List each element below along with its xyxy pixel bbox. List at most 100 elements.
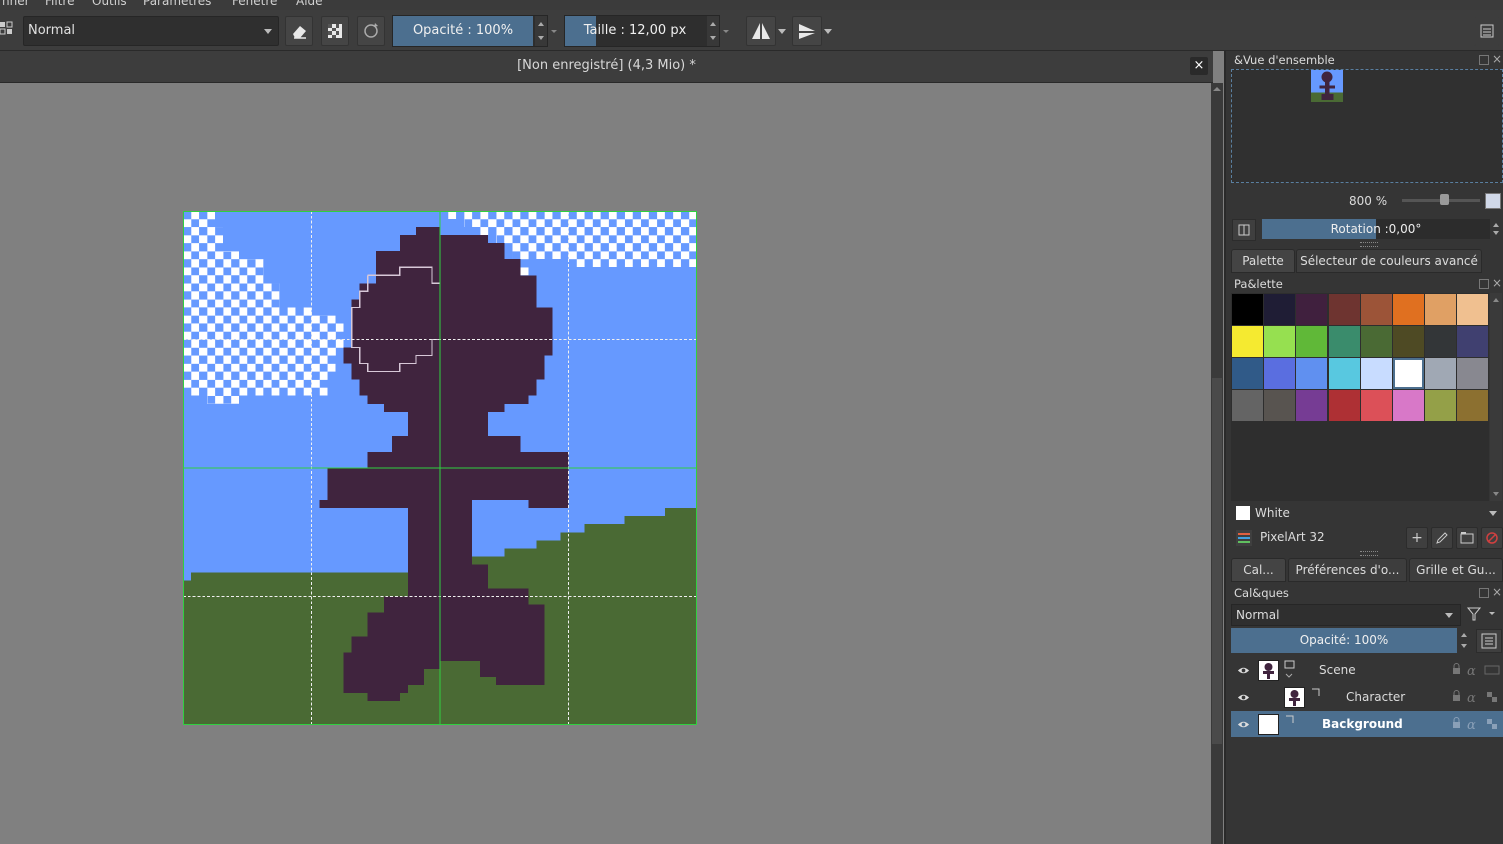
- palette-swatch[interactable]: [1328, 326, 1360, 357]
- layer-lock-alpha-icons[interactable]: α: [1451, 663, 1503, 677]
- layer-filter-button[interactable]: [1464, 604, 1500, 624]
- palette-icon[interactable]: [1236, 530, 1252, 546]
- menu-item-window[interactable]: Fenêtre: [232, 0, 277, 8]
- blend-mode-select[interactable]: Normal: [23, 16, 279, 46]
- scrollbar-thumb[interactable]: [1212, 378, 1222, 744]
- palette-swatch[interactable]: [1264, 294, 1296, 325]
- close-docker-icon[interactable]: ×: [1492, 276, 1502, 290]
- layer-opacity-spin[interactable]: [1458, 628, 1470, 653]
- chevron-down-icon[interactable]: [824, 29, 832, 34]
- close-docker-icon[interactable]: ×: [1492, 585, 1502, 599]
- palette-swatch[interactable]: [1360, 294, 1392, 325]
- reload-preset-button[interactable]: [357, 16, 385, 46]
- canvas-image[interactable]: [183, 211, 697, 725]
- overview-preview[interactable]: [1231, 69, 1503, 183]
- opacity-slider[interactable]: Opacité : 100%: [392, 15, 548, 47]
- document-title[interactable]: [Non enregistré] (4,3 Mio) *: [0, 58, 1213, 73]
- menu-item-tools[interactable]: Outils: [92, 0, 127, 8]
- visibility-eye-icon[interactable]: [1237, 664, 1250, 677]
- vertical-mirror-button[interactable]: [792, 16, 822, 46]
- menu-item-file[interactable]: nner: [2, 0, 30, 8]
- layer-lock-alpha-icons[interactable]: α: [1451, 717, 1503, 731]
- palette-swatch[interactable]: [1457, 390, 1489, 421]
- eraser-mode-button[interactable]: [285, 16, 313, 46]
- open-palette-icon[interactable]: [1456, 527, 1478, 549]
- palette-swatch[interactable]: [1457, 294, 1489, 325]
- remove-swatch-icon[interactable]: [1481, 527, 1503, 549]
- palette-swatch[interactable]: [1457, 358, 1489, 389]
- palette-swatch[interactable]: [1360, 390, 1392, 421]
- add-swatch-icon[interactable]: +: [1406, 527, 1428, 549]
- palette-swatch[interactable]: [1232, 358, 1263, 389]
- float-docker-icon[interactable]: [1479, 279, 1489, 289]
- palette-swatch[interactable]: [1393, 390, 1424, 421]
- palette-swatch[interactable]: [1393, 326, 1424, 357]
- layer-opacity-slider[interactable]: Opacité: 100%: [1231, 628, 1457, 653]
- palette-swatch[interactable]: [1296, 294, 1328, 325]
- palette-swatch[interactable]: [1264, 390, 1296, 421]
- palette-swatch[interactable]: [1393, 358, 1424, 389]
- layer-blend-select[interactable]: Normal: [1231, 604, 1461, 626]
- float-docker-icon[interactable]: [1479, 55, 1489, 65]
- docker-resize-handle[interactable]: [1360, 551, 1378, 556]
- chevron-down-icon[interactable]: [1489, 511, 1497, 516]
- preserve-alpha-button[interactable]: [321, 16, 349, 46]
- layer-properties-icon[interactable]: [1476, 629, 1502, 653]
- scroll-up-icon[interactable]: [1211, 83, 1223, 95]
- mirror-view-button[interactable]: [1232, 219, 1256, 241]
- palette-swatch[interactable]: [1296, 358, 1328, 389]
- palette-swatch[interactable]: [1264, 326, 1296, 357]
- visibility-eye-icon[interactable]: [1237, 691, 1250, 704]
- palette-swatch[interactable]: [1328, 294, 1360, 325]
- fit-view-icon[interactable]: [1485, 193, 1501, 209]
- tab-advanced-color-selector[interactable]: Sélecteur de couleurs avancé: [1296, 249, 1482, 273]
- dock-splitter[interactable]: [1224, 51, 1226, 844]
- size-decrease-button[interactable]: [707, 31, 719, 46]
- rotation-spin-buttons[interactable]: [1491, 219, 1501, 239]
- palette-swatch[interactable]: [1425, 294, 1457, 325]
- layer-row-scene[interactable]: Scene α: [1231, 657, 1503, 683]
- layer-row-character[interactable]: Character α: [1231, 684, 1503, 710]
- menu-item-filter[interactable]: Filtre: [45, 0, 74, 8]
- size-increase-button[interactable]: [707, 16, 719, 31]
- palette-swatch[interactable]: [1232, 326, 1263, 357]
- palette-swatch[interactable]: [1425, 326, 1457, 357]
- menu-item-settings[interactable]: Paramètres: [143, 0, 211, 8]
- group-folder-icon[interactable]: [1283, 659, 1297, 681]
- size-menu-icon[interactable]: [723, 30, 729, 33]
- palette-name[interactable]: PixelArt 32: [1260, 530, 1325, 544]
- edit-palette-icon[interactable]: [1431, 527, 1453, 549]
- chevron-down-icon[interactable]: [778, 29, 786, 34]
- horizontal-mirror-button[interactable]: [746, 16, 776, 46]
- zoom-slider-handle[interactable]: [1440, 194, 1449, 205]
- palette-swatch[interactable]: [1360, 358, 1392, 389]
- palette-swatch[interactable]: [1328, 358, 1360, 389]
- layer-lock-alpha-icons[interactable]: α: [1451, 690, 1503, 704]
- layer-row-background[interactable]: Background α: [1231, 711, 1503, 737]
- brush-presets-icon[interactable]: [0, 20, 14, 36]
- palette-swatch[interactable]: [1296, 390, 1328, 421]
- palette-swatch[interactable]: [1393, 294, 1424, 325]
- dockers-menu-icon[interactable]: [1474, 16, 1500, 46]
- palette-swatch[interactable]: [1360, 326, 1392, 357]
- opacity-decrease-button[interactable]: [535, 31, 547, 46]
- palette-swatch[interactable]: [1328, 390, 1360, 421]
- close-docker-icon[interactable]: ×: [1492, 52, 1502, 66]
- menu-item-help[interactable]: Aide: [296, 0, 323, 8]
- selected-color-row[interactable]: White: [1231, 503, 1501, 523]
- palette-scrollbar[interactable]: [1490, 293, 1502, 501]
- tab-palette[interactable]: Palette: [1231, 249, 1295, 273]
- palette-swatch[interactable]: [1264, 358, 1296, 389]
- rotation-slider[interactable]: Rotation :0,00°: [1262, 219, 1490, 239]
- size-slider[interactable]: Taille : 12,00 px: [564, 15, 720, 47]
- tab-tool-options[interactable]: Préférences d'o...: [1288, 558, 1407, 582]
- palette-swatch[interactable]: [1425, 390, 1457, 421]
- tab-grid-guides[interactable]: Grille et Gu...: [1409, 558, 1503, 582]
- close-icon[interactable]: ×: [1190, 57, 1208, 75]
- palette-swatch[interactable]: [1425, 358, 1457, 389]
- palette-swatch[interactable]: [1457, 326, 1489, 357]
- visibility-eye-icon[interactable]: [1237, 718, 1250, 731]
- palette-swatch[interactable]: [1232, 294, 1263, 325]
- float-docker-icon[interactable]: [1479, 588, 1489, 598]
- opacity-increase-button[interactable]: [535, 16, 547, 31]
